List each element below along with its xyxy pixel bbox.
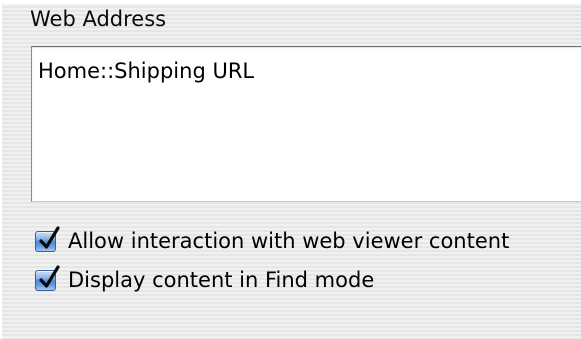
allow-interaction-label[interactable]: Allow interaction with web viewer conten… (68, 227, 509, 255)
web-viewer-setup-panel: { "section": { "label": "Web Address" },… (0, 0, 581, 339)
web-address-label: Web Address (30, 7, 167, 31)
checkmark-icon (39, 265, 60, 288)
display-in-find-mode-label[interactable]: Display content in Find mode (68, 266, 374, 294)
display-in-find-mode-checkbox[interactable] (35, 265, 60, 291)
panel-top-edge (0, 0, 581, 4)
panel-left-edge (0, 0, 2, 339)
checkmark-icon (39, 226, 60, 249)
web-address-value[interactable]: Home::Shipping URL (38, 58, 254, 84)
allow-interaction-checkbox[interactable] (35, 226, 60, 252)
web-address-field[interactable]: Home::Shipping URL (31, 46, 581, 202)
